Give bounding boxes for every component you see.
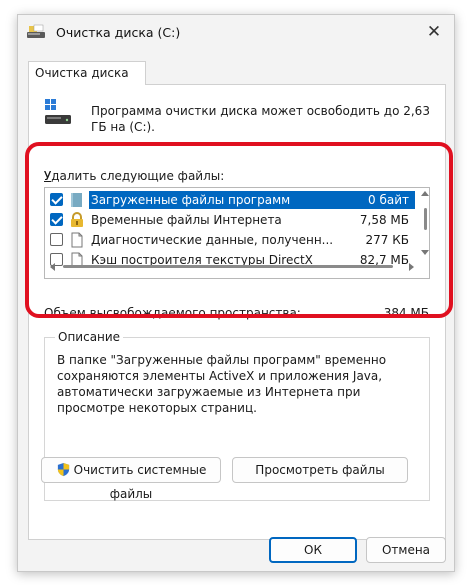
list-item-name: Загруженные файлы программ 0 байт <box>89 191 415 209</box>
close-icon: ✕ <box>426 22 442 42</box>
folder-icon <box>71 193 82 207</box>
scroll-right-arrow-icon[interactable] <box>409 263 415 271</box>
shield-icon <box>57 462 69 477</box>
description-text: В папке "Загруженные файлы программ" вре… <box>57 353 387 415</box>
files-label-text: Удалить следующие файлы: <box>43 169 225 183</box>
file-icon <box>71 232 83 248</box>
view-files-button[interactable]: Просмотреть файлы <box>232 457 408 483</box>
space-label: Объем высвобождаемого пространства: <box>44 306 301 320</box>
ok-button[interactable]: ОК <box>269 537 357 563</box>
checkbox[interactable] <box>50 213 63 226</box>
window-title: Очистка диска (C:) <box>56 25 181 40</box>
list-item[interactable]: Диагностические данные, полученн... 277 … <box>45 230 419 250</box>
list-item-size: 0 байт <box>368 193 409 207</box>
space-value: 384 МБ <box>383 306 429 320</box>
disk-cleanup-window: Очистка диска (C:) ✕ Очистка диска Прогр… <box>17 14 455 572</box>
drive-icon <box>45 99 71 124</box>
title-bar[interactable]: Очистка диска (C:) ✕ <box>18 15 454 49</box>
scroll-down-arrow-icon[interactable] <box>421 250 429 256</box>
disk-cleanup-app-icon <box>27 24 45 38</box>
tab-panel: Программа очистки диска может освободить… <box>28 84 446 540</box>
list-item-name: Временные файлы Интернета 7,58 МБ <box>91 213 409 227</box>
close-button[interactable]: ✕ <box>414 15 454 49</box>
lock-icon <box>71 212 83 227</box>
list-item-name: Диагностические данные, полученн... 277 … <box>91 233 409 247</box>
cancel-button[interactable]: Отмена <box>366 537 446 563</box>
description-legend: Описание <box>55 330 124 344</box>
files-label: УУдалить следующие файлы: <box>43 169 225 183</box>
checkbox[interactable] <box>50 193 63 206</box>
horizontal-scrollbar-thumb[interactable] <box>63 265 393 268</box>
list-item[interactable]: Загруженные файлы программ 0 байт <box>45 190 419 210</box>
list-item-size: 277 КБ <box>365 233 409 247</box>
tab-disk-cleanup[interactable]: Очистка диска <box>28 61 146 85</box>
vertical-scrollbar-thumb[interactable] <box>424 208 427 230</box>
scroll-left-arrow-icon[interactable] <box>49 263 55 271</box>
list-item-size: 7,58 МБ <box>359 213 409 227</box>
scroll-up-arrow-icon[interactable] <box>421 190 429 196</box>
clean-system-files-button[interactable]: Очистить системные файлы <box>41 457 221 501</box>
intro-text: Программа очистки диска может освободить… <box>91 104 430 134</box>
list-item[interactable]: Временные файлы Интернета 7,58 МБ <box>45 210 419 230</box>
files-list[interactable]: Загруженные файлы программ 0 байт Времен… <box>44 187 430 279</box>
checkbox[interactable] <box>50 233 63 246</box>
